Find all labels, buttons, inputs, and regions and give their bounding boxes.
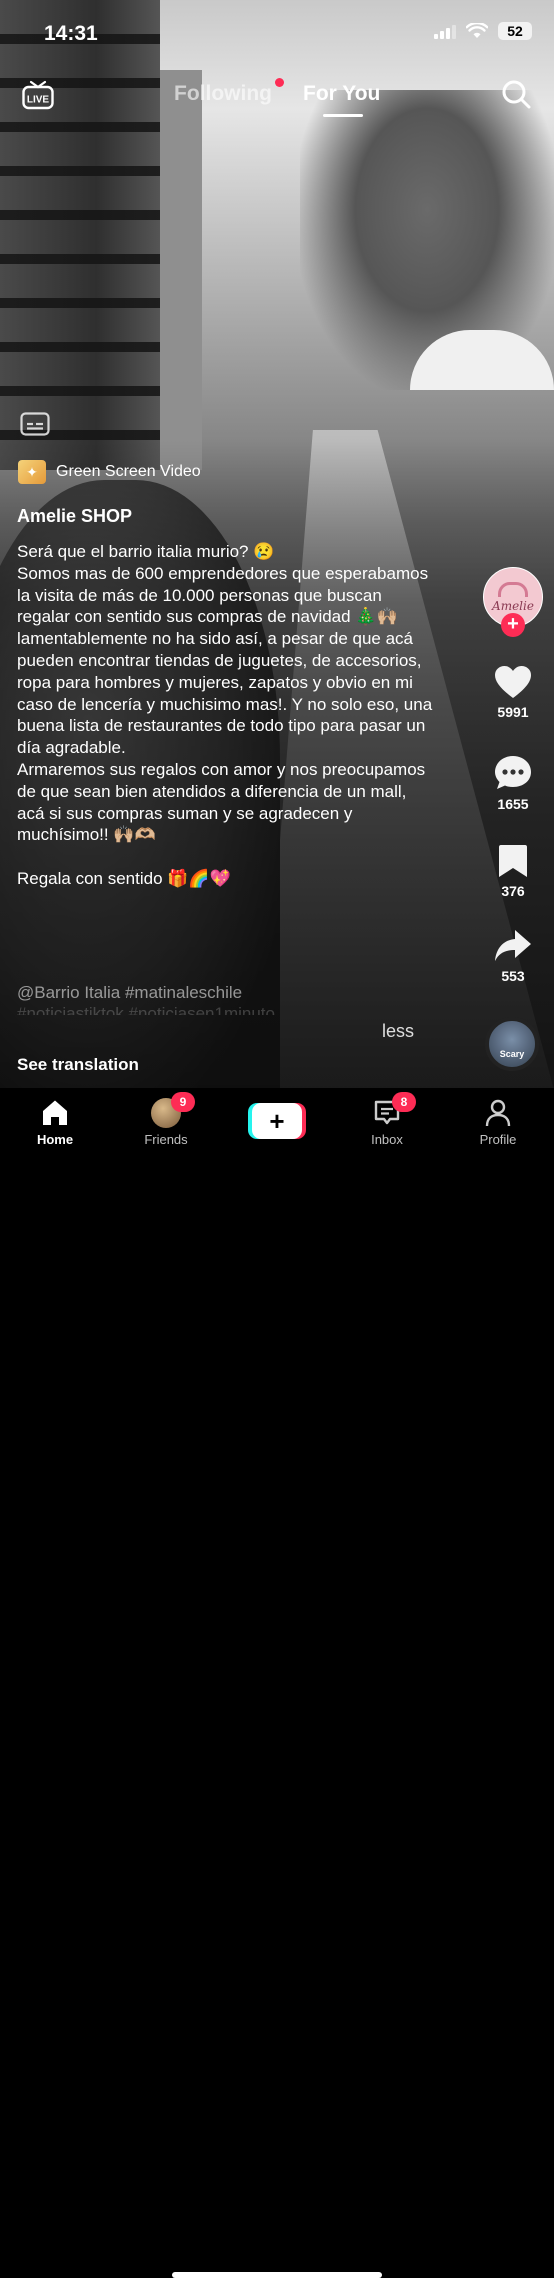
share-arrow-icon [495, 930, 531, 961]
captions-icon[interactable] [20, 412, 50, 436]
sound-disc-label: Scary [499, 1049, 525, 1059]
rainbow-logo-icon [498, 581, 528, 597]
less-button[interactable]: less [382, 1021, 414, 1042]
friends-badge: 9 [171, 1092, 195, 1112]
profile-icon [483, 1098, 513, 1128]
nav-home[interactable]: Home [10, 1098, 100, 1147]
comment-count: 1655 [497, 796, 529, 812]
save-count: 376 [501, 883, 525, 899]
status-icons: 52 [434, 22, 532, 40]
active-tab-indicator [323, 114, 363, 117]
nav-profile[interactable]: Profile [453, 1098, 543, 1147]
effect-label: Green Screen Video [56, 463, 201, 480]
follow-button[interactable]: + [501, 613, 525, 637]
hashtag-line[interactable]: @Barrio Italia #matinaleschile [17, 983, 242, 1002]
effect-tag[interactable]: ✦ Green Screen Video [18, 460, 201, 484]
cellular-signal-icon [434, 23, 456, 39]
video-brick-wall [0, 0, 160, 470]
inbox-icon: 8 [372, 1092, 416, 1128]
nav-home-label: Home [36, 1132, 74, 1147]
share-button[interactable]: 553 [486, 928, 540, 984]
like-count: 5991 [497, 704, 529, 720]
heart-icon [495, 666, 531, 698]
tab-following-label: Following [174, 82, 272, 105]
tab-for-you-label: For You [303, 82, 381, 105]
bottom-nav: Home 9 Friends + 8 Inbox Profile [0, 1088, 554, 2278]
bookmark-icon [499, 845, 527, 877]
creator-avatar[interactable]: Amelie + [483, 567, 543, 637]
nav-friends[interactable]: 9 Friends [121, 1092, 211, 1147]
friends-avatar-wrap: 9 [151, 1092, 195, 1128]
like-button[interactable]: 5991 [486, 664, 540, 720]
hashtag-line-faded: #noticiastiktok #noticiasen1minuto [17, 1004, 275, 1015]
nav-friends-label: Friends [144, 1132, 188, 1147]
home-indicator [172, 2272, 382, 2278]
share-count: 553 [501, 968, 525, 984]
plus-icon: + [252, 1103, 302, 1139]
comment-icon [495, 756, 531, 789]
avatar-text: Amelie [492, 598, 534, 613]
post-hashtags[interactable]: @Barrio Italia #matinaleschile #noticias… [17, 982, 275, 1015]
tab-following[interactable]: Following [174, 78, 284, 106]
sound-disc[interactable]: Scary [485, 1017, 539, 1071]
following-notification-dot [274, 78, 284, 87]
live-tv-icon[interactable]: LIVE [22, 80, 54, 110]
search-icon[interactable] [500, 78, 532, 110]
see-translation-button[interactable]: See translation [17, 1055, 139, 1075]
creator-username[interactable]: Amelie SHOP [17, 506, 132, 527]
nav-profile-label: Profile [479, 1132, 517, 1147]
video-pillar [160, 70, 202, 470]
battery-icon: 52 [498, 22, 532, 40]
nav-inbox-label: Inbox [371, 1132, 403, 1147]
wifi-icon [466, 23, 488, 38]
status-time: 14:31 [44, 22, 98, 45]
create-button[interactable]: + [248, 1103, 306, 1139]
inbox-badge: 8 [392, 1092, 416, 1112]
comment-button[interactable]: 1655 [486, 754, 540, 812]
live-label: LIVE [27, 95, 50, 106]
nav-inbox[interactable]: 8 Inbox [342, 1092, 432, 1147]
home-icon [40, 1098, 70, 1128]
tab-for-you[interactable]: For You [303, 82, 381, 117]
save-button[interactable]: 376 [486, 843, 540, 899]
green-screen-effect-icon: ✦ [18, 460, 46, 484]
post-description: Será que el barrio italia murio? 😢 Somos… [17, 542, 433, 888]
